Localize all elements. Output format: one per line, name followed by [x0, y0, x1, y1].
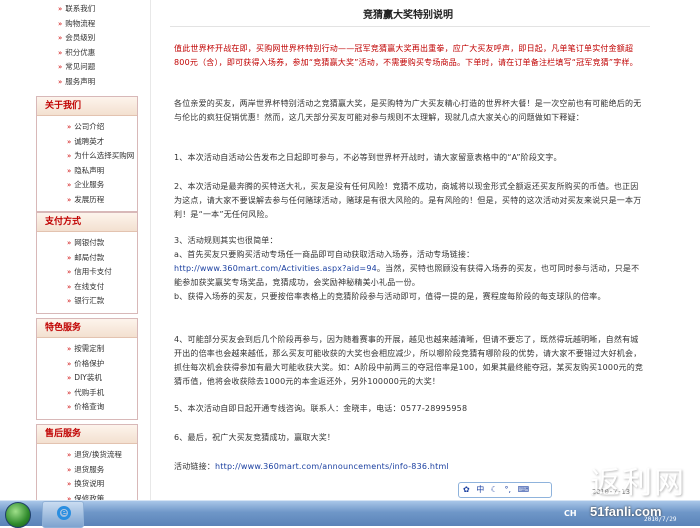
- ime-mode-label[interactable]: 中: [476, 483, 484, 497]
- keyboard-icon[interactable]: ⌨: [518, 483, 530, 497]
- sidebar-link[interactable]: 购物流程: [58, 17, 136, 32]
- sidebar-top-list: 联系我们购物流程会员级别积分优惠常见问题服务声明: [28, 0, 136, 89]
- sidebar-link[interactable]: 网银付款: [67, 236, 137, 251]
- sidebar-link[interactable]: 邮局付款: [67, 251, 137, 266]
- sidebar-link[interactable]: 换货说明: [67, 477, 137, 492]
- sidebar-link[interactable]: 信用卡支付: [67, 265, 137, 280]
- sidebar-link[interactable]: 服务声明: [58, 75, 136, 90]
- sidebar-link[interactable]: 常见问题: [58, 60, 136, 75]
- point-4-paragraph: 4、可能部分买友会到后几个阶段再参与，因为随着赛事的开展，越见也越来越清晰，但请…: [174, 335, 644, 386]
- article-panel: 竞猜赢大奖特别说明 值此世界杯开战在即，买购网世界杯特别行动——冠军竞猜赢大奖再…: [162, 0, 654, 500]
- sidebar-link[interactable]: 诚聘英才: [67, 135, 137, 150]
- ime-toolbar[interactable]: ✿ 中 ☾ °, ⌨: [458, 482, 552, 498]
- point-2-paragraph: 2、本次活动是最奔腾的买特送大礼，买友是没有任何风险！竞猜不成功，商城将以现金形…: [174, 182, 642, 219]
- sidebar-link[interactable]: 价格保护: [67, 357, 137, 372]
- sidebar-section-about: 关于我们 公司介绍诚聘英才为什么选择买购网隐私声明企业服务发展历程: [36, 96, 138, 212]
- watermark-logo: 返利网: [590, 466, 686, 501]
- sidebar-link[interactable]: 为什么选择买购网: [67, 149, 137, 164]
- section-title: 特色服务: [37, 319, 137, 338]
- sidebar-link[interactable]: 银行汇款: [67, 294, 137, 309]
- point-3a-paragraph: a、首先买友只要购买活动专场任一商品即可自动获取活动入场券，活动专场链接： ht…: [174, 248, 644, 290]
- sidebar-link[interactable]: 退货/换货流程: [67, 448, 137, 463]
- title-rule: [170, 26, 650, 27]
- sidebar-link[interactable]: 发展历程: [67, 193, 137, 208]
- point-5-paragraph: 5、本次活动自即日起开通专线咨询。联系人：金晓丰，电话：0577-2899595…: [174, 404, 468, 413]
- sidebar-link[interactable]: 在线支付: [67, 280, 137, 295]
- sidebar-link[interactable]: 代购手机: [67, 386, 137, 401]
- sidebar-section-payment: 支付方式 网银付款邮局付款信用卡支付在线支付银行汇款: [36, 212, 138, 314]
- sidebar-link[interactable]: 会员级别: [58, 31, 136, 46]
- point-1-paragraph: 1、本次活动自活动公告发布之日起即可参与，不必等到世界杯开战时，请大家留意表格中…: [174, 153, 562, 162]
- internet-explorer-icon: e: [57, 506, 71, 520]
- point-6-paragraph: 6、最后，祝广大买友竞猜成功，赢取大奖！: [174, 433, 336, 442]
- point-3b-paragraph: b、获得入场券的买友，只要按倍率表格上的竞猜阶段参与活动即可，值得一提的是，赛程…: [174, 292, 606, 301]
- sidebar-link[interactable]: 退货服务: [67, 463, 137, 478]
- sidebar-link[interactable]: 按需定制: [67, 342, 137, 357]
- announcement-link[interactable]: http://www.360mart.com/announcements/inf…: [215, 462, 449, 471]
- section-title: 售后服务: [37, 425, 137, 444]
- punctuation-icon[interactable]: °,: [505, 483, 512, 497]
- ie-taskbar-button[interactable]: e: [42, 501, 84, 528]
- section-title: 关于我们: [37, 97, 137, 116]
- page-right-margin: [684, 0, 700, 500]
- point-3a-text: a、首先买友只要购买活动专场任一商品即可自动获取活动入场券，活动专场链接：: [174, 250, 475, 259]
- sidebar-link[interactable]: 公司介绍: [67, 120, 137, 135]
- sidebar-link[interactable]: 企业服务: [67, 178, 137, 193]
- intro-paragraph: 值此世界杯开战在即，买购网世界杯特别行动——冠军竞猜赢大奖再出重拳，应广大买友呼…: [174, 44, 638, 67]
- start-button[interactable]: [5, 502, 31, 528]
- language-indicator[interactable]: CH: [564, 509, 577, 518]
- sidebar-section-aftersale: 售后服务 退货/换货流程退货服务换货说明保修政策: [36, 424, 138, 511]
- left-sidebar: 联系我们购物流程会员级别积分优惠常见问题服务声明 关于我们 公司介绍诚聘英才为什…: [28, 0, 138, 511]
- activity-link-label: 活动链接：: [174, 462, 215, 471]
- column-divider: [150, 0, 151, 500]
- section-title: 支付方式: [37, 213, 137, 232]
- point-3-title: 3、活动规则其实也很简单：: [174, 236, 278, 245]
- moon-icon[interactable]: ☾: [491, 483, 498, 497]
- watermark-date: 2010/7/29: [644, 516, 677, 523]
- activity-link[interactable]: http://www.360mart.com/Activities.aspx?a…: [174, 264, 377, 273]
- sidebar-link[interactable]: 价格查询: [67, 400, 137, 415]
- explanation-paragraph: 各位亲爱的买友，两岸世界杯特别活动之竞猜赢大奖，是买购特为广大买友精心打造的世界…: [174, 99, 642, 122]
- sidebar-link[interactable]: 隐私声明: [67, 164, 137, 179]
- sidebar-link[interactable]: 积分优惠: [58, 46, 136, 61]
- ime-logo-icon: ✿: [463, 485, 470, 494]
- sidebar-link[interactable]: DIY装机: [67, 371, 137, 386]
- activity-link-paragraph: 活动链接：http://www.360mart.com/announcement…: [174, 460, 644, 474]
- sidebar-link[interactable]: 联系我们: [58, 2, 136, 17]
- article-title: 竞猜赢大奖特别说明: [363, 10, 453, 21]
- sidebar-section-special: 特色服务 按需定制价格保护DIY装机代购手机价格查询: [36, 318, 138, 420]
